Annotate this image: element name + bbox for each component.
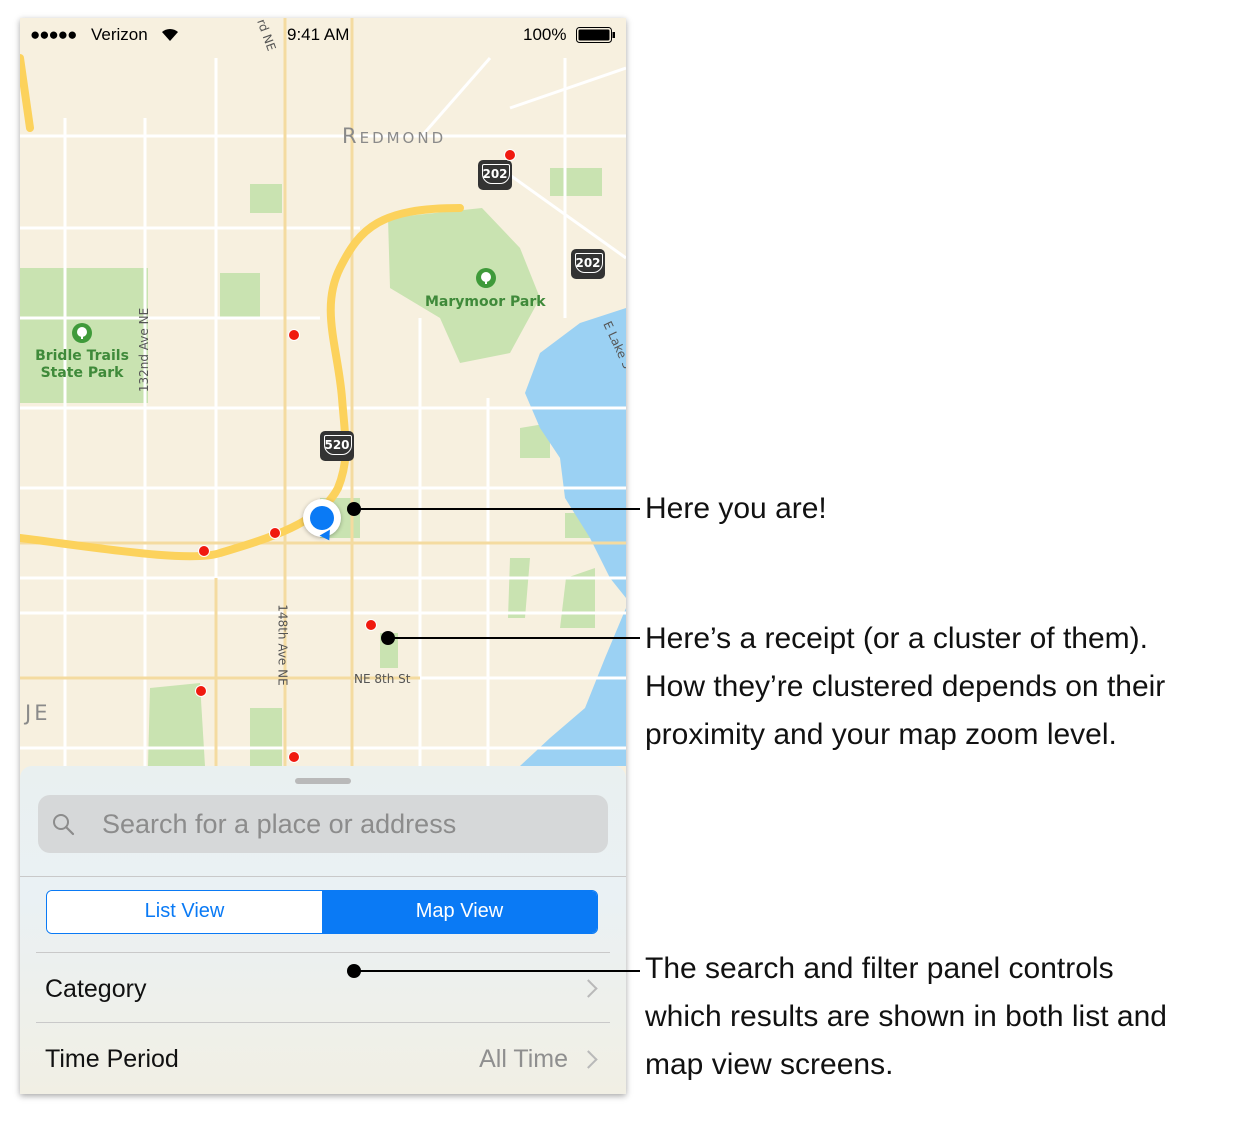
highway-shield-202: 202 xyxy=(478,160,512,190)
receipt-pin[interactable] xyxy=(365,619,377,631)
receipt-pin[interactable] xyxy=(198,545,210,557)
battery-percentage: 100% xyxy=(523,25,567,44)
segment-list-view[interactable]: List View xyxy=(47,891,322,933)
battery-icon xyxy=(576,27,616,48)
city-label-edge: JE xyxy=(25,701,51,725)
category-row[interactable]: Category xyxy=(20,953,626,1021)
time-period-label: Time Period xyxy=(45,1045,179,1073)
search-icon xyxy=(52,813,76,842)
road-label-ne-8th: NE 8th St xyxy=(354,672,411,686)
annotation-location: Here you are! xyxy=(645,492,827,525)
panel-grabber-handle[interactable] xyxy=(295,778,351,784)
receipt-pin[interactable] xyxy=(288,751,300,763)
annotation-receipt-line-1: Here’s a receipt (or a cluster of them). xyxy=(645,622,1148,655)
highway-shield-202: 202 xyxy=(571,249,605,279)
search-placeholder: Search for a place or address xyxy=(102,809,457,839)
chevron-right-icon xyxy=(579,1050,598,1069)
carrier-name: Verizon xyxy=(91,25,148,44)
park-icon xyxy=(420,268,496,293)
park-label-bridle-trails: Bridle Trails State Park xyxy=(35,348,129,381)
segment-map-view[interactable]: Map View xyxy=(322,891,597,933)
time-period-row[interactable]: Time Period All Time xyxy=(20,1023,626,1093)
annotation-receipt-line-3: proximity and your map zoom level. xyxy=(645,718,1117,751)
signal-strength-icon: ●●●●● xyxy=(30,25,77,44)
search-field[interactable]: Search for a place or address xyxy=(38,795,608,853)
city-label-redmond: Redmond xyxy=(342,124,447,148)
annotation-receipt-line-2: How they’re clustered depends on their xyxy=(645,670,1166,703)
chevron-right-icon xyxy=(579,979,598,998)
view-segmented-control[interactable]: List View Map View xyxy=(46,890,598,934)
time-period-value: All Time xyxy=(479,1045,568,1073)
road-label-132nd: 132nd Ave NE xyxy=(137,307,152,393)
divider xyxy=(20,876,626,877)
highway-shield-520: 520 xyxy=(320,431,354,461)
receipt-pin[interactable] xyxy=(288,329,300,341)
annotation-panel-line-3: map view screens. xyxy=(645,1048,894,1081)
receipt-pin[interactable] xyxy=(269,527,281,539)
park-icon xyxy=(72,323,92,348)
wifi-icon xyxy=(160,26,180,47)
status-time: 9:41 AM xyxy=(287,25,350,44)
phone-screen: ●●●●● Verizon 9:41 AM 100% Redmond JE Ma… xyxy=(20,18,626,1094)
receipt-pin[interactable] xyxy=(195,685,207,697)
annotation-panel-line-1: The search and filter panel controls xyxy=(645,952,1114,985)
current-location-marker[interactable] xyxy=(303,499,341,544)
status-bar: ●●●●● Verizon 9:41 AM 100% xyxy=(20,18,626,52)
search-filter-panel: Search for a place or address List View … xyxy=(20,766,626,1094)
receipt-pin[interactable] xyxy=(504,149,516,161)
park-label-marymoor: Marymoor Park xyxy=(425,294,546,310)
category-label: Category xyxy=(45,975,147,1003)
road-label-148th: 148th Ave NE xyxy=(275,604,290,686)
annotation-panel-line-2: which results are shown in both list and xyxy=(645,1000,1167,1033)
